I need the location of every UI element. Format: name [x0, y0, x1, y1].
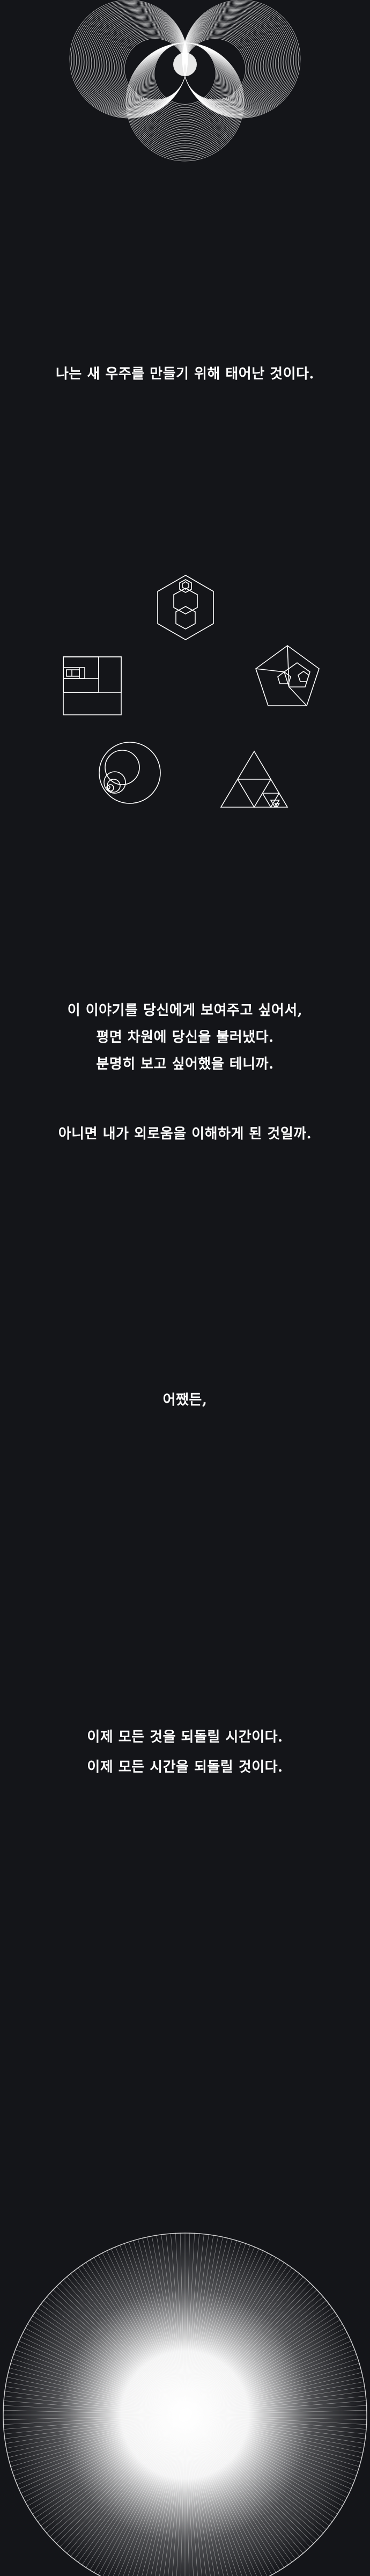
paragraph-2-line: 아니면 내가 외로움을 이해하게 된 것일까. — [58, 1126, 312, 1142]
three-circle-line-art-icon — [69, 0, 301, 162]
intro-line: 나는 새 우주를 만들기 위해 태어난 것이다. — [55, 366, 314, 382]
paragraph-1-line-3: 분명히 보고 싶어했을 테니까. — [96, 1056, 274, 1072]
square-golden-spiral-icon — [63, 656, 122, 715]
closing-line-2: 이제 모든 시간을 되돌릴 것이다. — [87, 1759, 283, 1775]
triangle-sierpinski-icon — [220, 750, 288, 808]
paragraph-1-line-1: 이 이야기를 당신에게 보여주고 싶어서, — [67, 1002, 303, 1019]
closing-line-1: 이제 모든 것을 되돌릴 시간이다. — [87, 1729, 283, 1745]
pentagon-recursive-icon — [255, 645, 320, 706]
interlude-line: 어쨌든, — [162, 1392, 208, 1408]
circle-recursive-icon — [99, 742, 161, 804]
hexagon-recursive-icon — [157, 575, 214, 640]
geometric-shapes-group — [63, 575, 320, 808]
paragraph-1-line-2: 평면 차원에 당신을 불러냈다. — [96, 1029, 274, 1045]
radiant-circle-line-art-icon — [3, 2233, 367, 2576]
